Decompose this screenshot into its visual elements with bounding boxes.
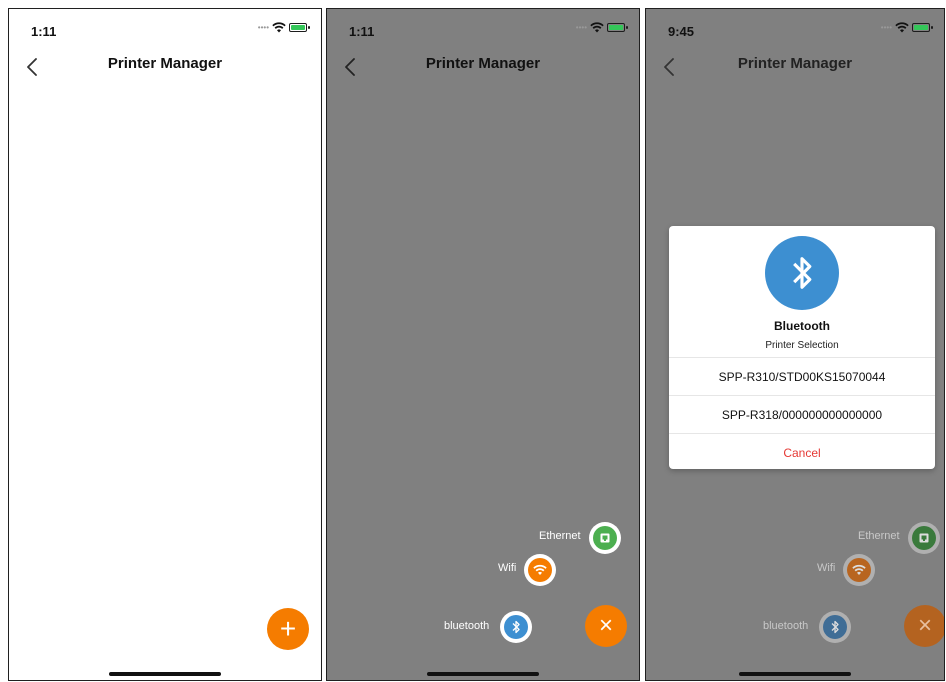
cancel-button[interactable]: Cancel xyxy=(669,433,935,469)
wifi-option-label: Wifi xyxy=(817,562,836,574)
ethernet-option-label: Ethernet xyxy=(858,530,900,542)
close-icon: × xyxy=(917,612,932,639)
page-title: Printer Manager xyxy=(425,55,541,72)
wifi-status-icon xyxy=(590,22,604,33)
status-time: 9:45 xyxy=(668,24,695,39)
bluetooth-option-button[interactable] xyxy=(819,611,851,643)
close-menu-button[interactable]: × xyxy=(904,605,944,647)
battery-icon xyxy=(607,23,628,32)
screen-menu-open: 1:11 •••• Printer Manager Ethernet Wifi … xyxy=(326,8,640,681)
dialog-title: Bluetooth xyxy=(774,319,830,333)
screen-empty: 1:11 •••• Printer Manager + xyxy=(8,8,322,681)
screen-bluetooth-dialog: 9:45 •••• Printer Manager Ethernet Wifi … xyxy=(645,8,945,681)
bluetooth-printer-dialog: Bluetooth Printer Selection SPP-R310/STD… xyxy=(669,226,935,469)
wifi-option-button[interactable] xyxy=(843,554,875,586)
battery-icon xyxy=(289,23,310,32)
bluetooth-icon xyxy=(793,257,812,289)
home-indicator[interactable] xyxy=(427,672,539,676)
printer-option-2[interactable]: SPP-R318/000000000000000 xyxy=(669,395,935,433)
status-icons: •••• xyxy=(880,22,933,33)
plus-icon: + xyxy=(279,613,297,644)
signal-dots-icon: •••• xyxy=(880,23,892,32)
printer-option-1[interactable]: SPP-R310/STD00KS15070044 xyxy=(669,357,935,395)
battery-icon xyxy=(912,23,933,32)
dialog-subtitle: Printer Selection xyxy=(765,340,839,351)
bluetooth-option-label: bluetooth xyxy=(763,620,809,632)
status-time: 1:11 xyxy=(349,24,375,39)
status-time: 1:11 xyxy=(31,24,57,39)
status-icons: •••• xyxy=(575,22,628,33)
ethernet-port-icon xyxy=(600,533,610,543)
page-title: Printer Manager xyxy=(737,55,853,72)
wifi-option-button[interactable] xyxy=(524,554,556,586)
ethernet-port-icon xyxy=(919,533,929,543)
ethernet-option-button[interactable] xyxy=(908,522,940,554)
ethernet-option-label: Ethernet xyxy=(539,530,581,542)
wifi-icon xyxy=(533,564,547,575)
add-printer-button[interactable]: + xyxy=(267,608,309,650)
close-menu-button[interactable]: × xyxy=(585,605,627,647)
close-icon: × xyxy=(598,612,613,639)
signal-dots-icon: •••• xyxy=(575,23,587,32)
status-icons: •••• xyxy=(257,22,310,33)
home-indicator[interactable] xyxy=(739,672,851,676)
dialog-icon-circle xyxy=(765,236,839,310)
bluetooth-icon xyxy=(512,620,520,634)
ethernet-option-button[interactable] xyxy=(589,522,621,554)
bluetooth-icon xyxy=(831,620,839,634)
wifi-status-icon xyxy=(895,22,909,33)
wifi-option-label: Wifi xyxy=(498,562,517,574)
bluetooth-option-label: bluetooth xyxy=(444,620,490,632)
page-title: Printer Manager xyxy=(107,55,223,72)
home-indicator[interactable] xyxy=(109,672,221,676)
signal-dots-icon: •••• xyxy=(257,23,269,32)
wifi-icon xyxy=(852,564,866,575)
bluetooth-option-button[interactable] xyxy=(500,611,532,643)
wifi-status-icon xyxy=(272,22,286,33)
